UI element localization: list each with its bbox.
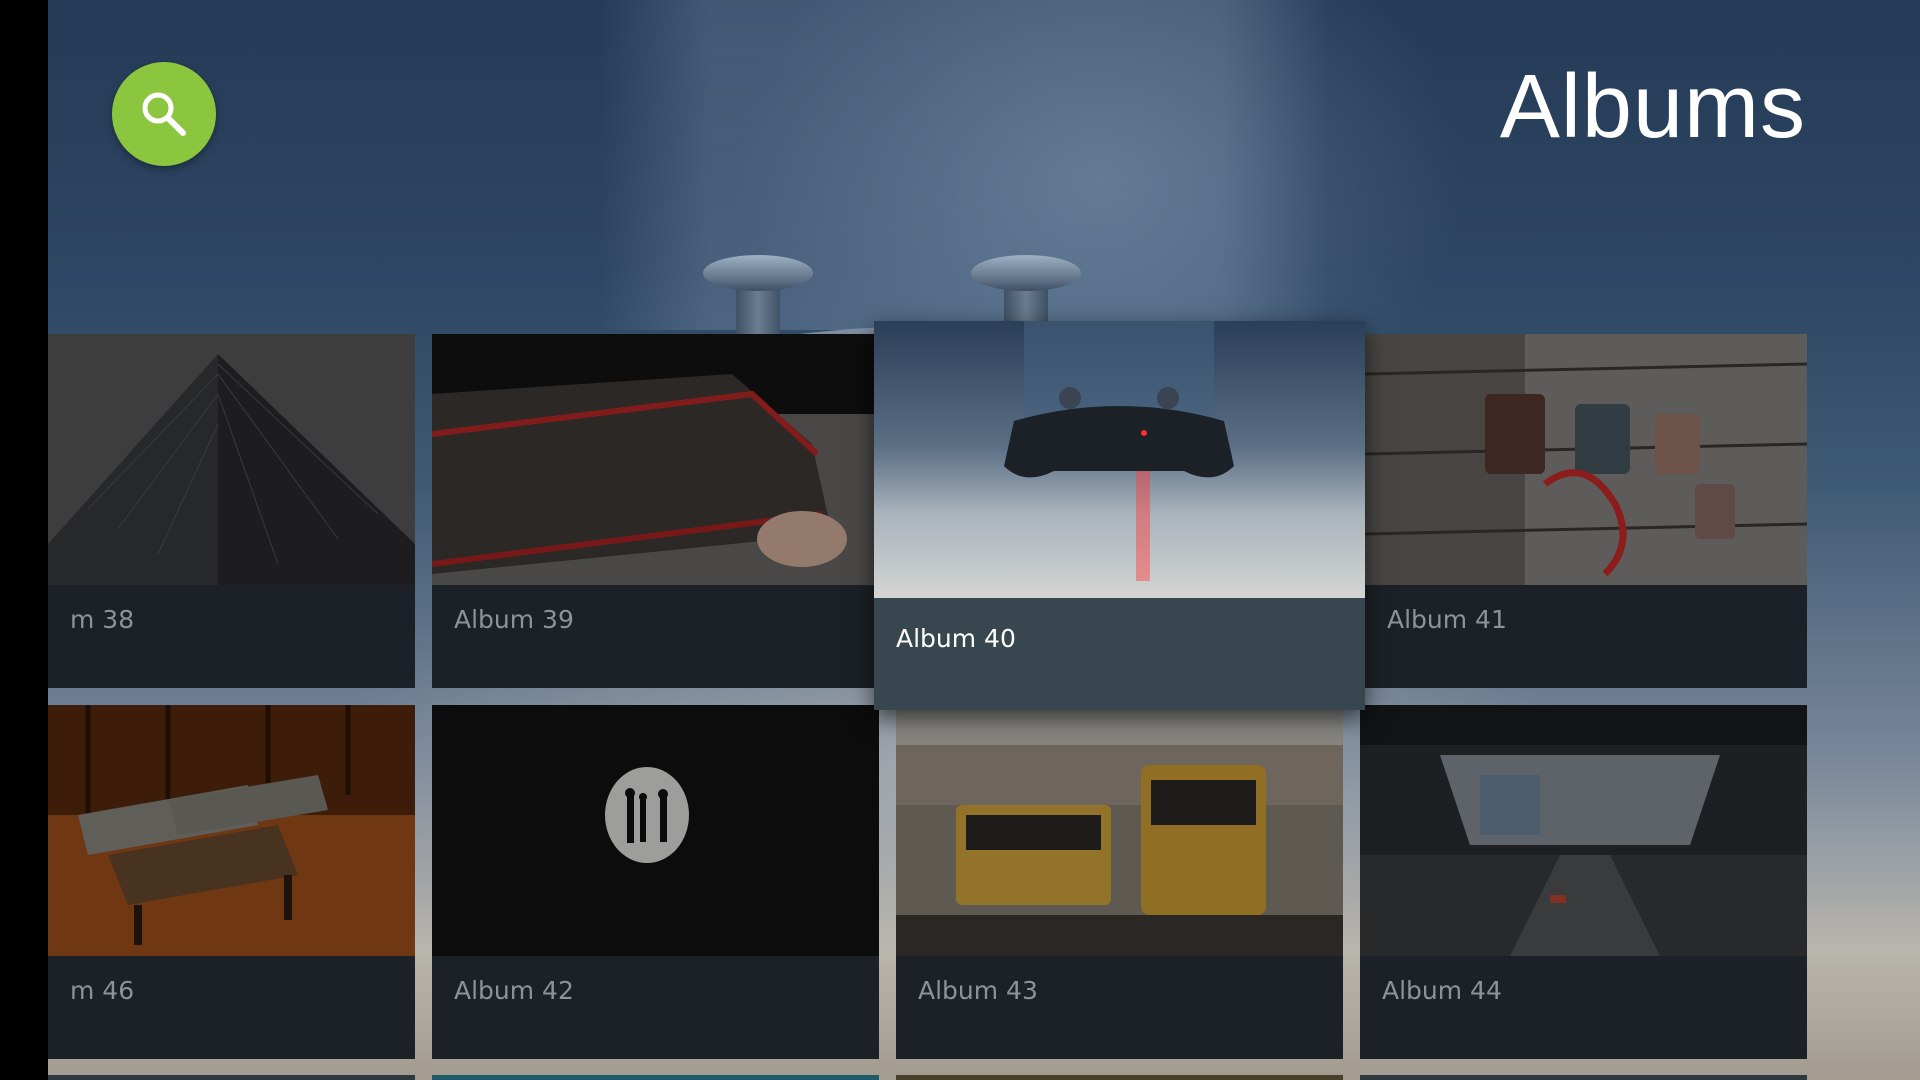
album-thumbnail — [874, 321, 1365, 598]
next-row-peek — [48, 1075, 1920, 1080]
next-row-card-edge — [48, 1075, 415, 1080]
album-thumbnail — [48, 705, 415, 956]
album-browser-screen: Albums m 38 Album 39 Album 40 Album 41 m… — [0, 0, 1920, 1080]
album-card-38[interactable]: m 38 — [48, 334, 415, 688]
next-row-card-edge — [1360, 1075, 1807, 1080]
album-thumbnail — [896, 705, 1343, 956]
album-card-46[interactable]: m 46 — [48, 705, 415, 1059]
album-card-42[interactable]: Album 42 — [432, 705, 879, 1059]
album-thumbnail — [48, 334, 415, 585]
album-card-41[interactable]: Album 41 — [1365, 334, 1807, 688]
album-card-43[interactable]: Album 43 — [896, 705, 1343, 1059]
album-thumbnail — [1365, 334, 1807, 585]
album-title: Album 44 — [1382, 976, 1502, 1005]
album-title: m 38 — [70, 605, 135, 634]
next-row-card-edge — [896, 1075, 1343, 1080]
album-card-44[interactable]: Album 44 — [1360, 705, 1807, 1059]
album-title: Album 43 — [918, 976, 1038, 1005]
album-thumbnail — [432, 705, 879, 956]
album-card-39[interactable]: Album 39 — [432, 334, 874, 688]
album-title: m 46 — [70, 976, 135, 1005]
next-row-card-edge — [432, 1075, 879, 1080]
album-title: Album 39 — [454, 605, 574, 634]
album-title: Album 41 — [1387, 605, 1507, 634]
album-title: Album 40 — [896, 624, 1016, 653]
album-card-40[interactable]: Album 40 — [874, 321, 1365, 710]
album-thumbnail — [1360, 705, 1807, 956]
album-grid: m 38 Album 39 Album 40 Album 41 m 46 Alb… — [48, 0, 1920, 1080]
album-thumbnail — [432, 334, 874, 585]
album-title: Album 42 — [454, 976, 574, 1005]
